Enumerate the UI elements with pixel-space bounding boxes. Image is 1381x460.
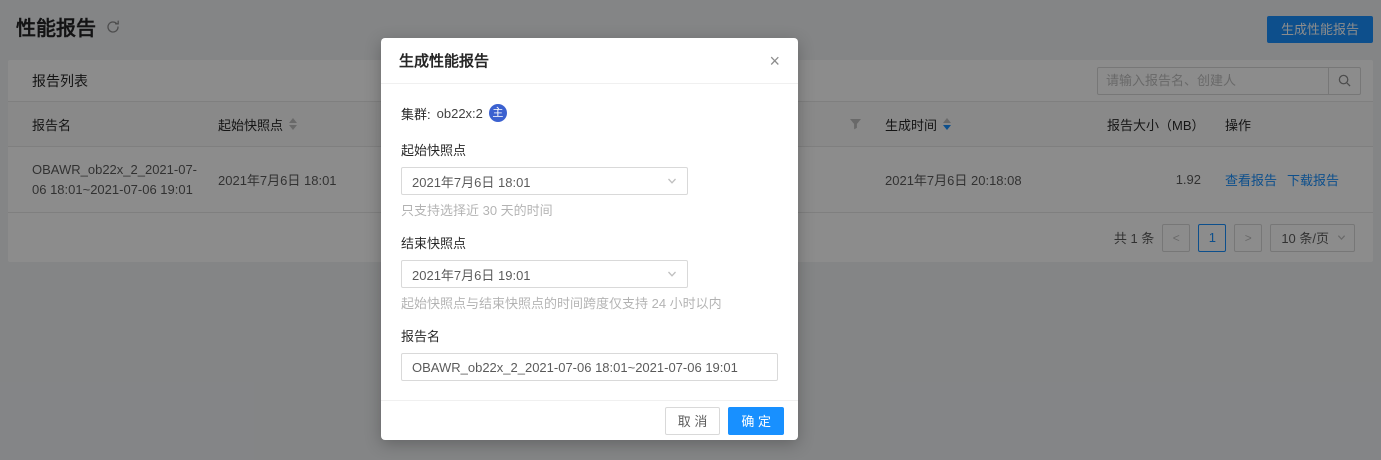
- start-snapshot-label: 起始快照点: [401, 143, 467, 158]
- modal-footer: 取 消 确 定: [381, 400, 798, 440]
- generate-report-modal: 生成性能报告 × 集群: ob22x:2 主 起始快照点 2021年7月6日 1…: [381, 38, 798, 440]
- start-snapshot-field: 起始快照点 2021年7月6日 18:01 只支持选择近 30 天的时间: [401, 140, 778, 219]
- start-snapshot-hint: 只支持选择近 30 天的时间: [401, 203, 553, 218]
- modal-body: 集群: ob22x:2 主 起始快照点 2021年7月6日 18:01 只支持选…: [381, 84, 798, 400]
- cluster-label: 集群:: [401, 106, 431, 122]
- confirm-button[interactable]: 确 定: [728, 406, 784, 435]
- end-snapshot-field: 结束快照点 2021年7月6日 19:01 起始快照点与结束快照点的时间跨度仅支…: [401, 233, 778, 312]
- start-snapshot-select[interactable]: 2021年7月6日 18:01: [401, 167, 688, 195]
- chevron-down-icon: [667, 176, 677, 186]
- primary-cluster-badge: 主: [488, 104, 507, 122]
- modal-title: 生成性能报告: [399, 53, 490, 70]
- report-name-field: 报告名: [401, 326, 778, 381]
- end-snapshot-hint: 起始快照点与结束快照点的时间跨度仅支持 24 小时以内: [401, 296, 722, 311]
- cluster-value: ob22x:2: [436, 105, 483, 121]
- end-snapshot-select[interactable]: 2021年7月6日 19:01: [401, 260, 688, 288]
- report-name-input[interactable]: [401, 353, 778, 381]
- chevron-down-icon: [667, 269, 677, 279]
- modal-header: 生成性能报告 ×: [381, 38, 798, 84]
- cluster-row: 集群: ob22x:2 主: [401, 102, 778, 124]
- cancel-button[interactable]: 取 消: [664, 406, 721, 435]
- report-name-label: 报告名: [401, 329, 441, 344]
- end-snapshot-label: 结束快照点: [401, 236, 467, 251]
- close-icon[interactable]: ×: [769, 52, 780, 70]
